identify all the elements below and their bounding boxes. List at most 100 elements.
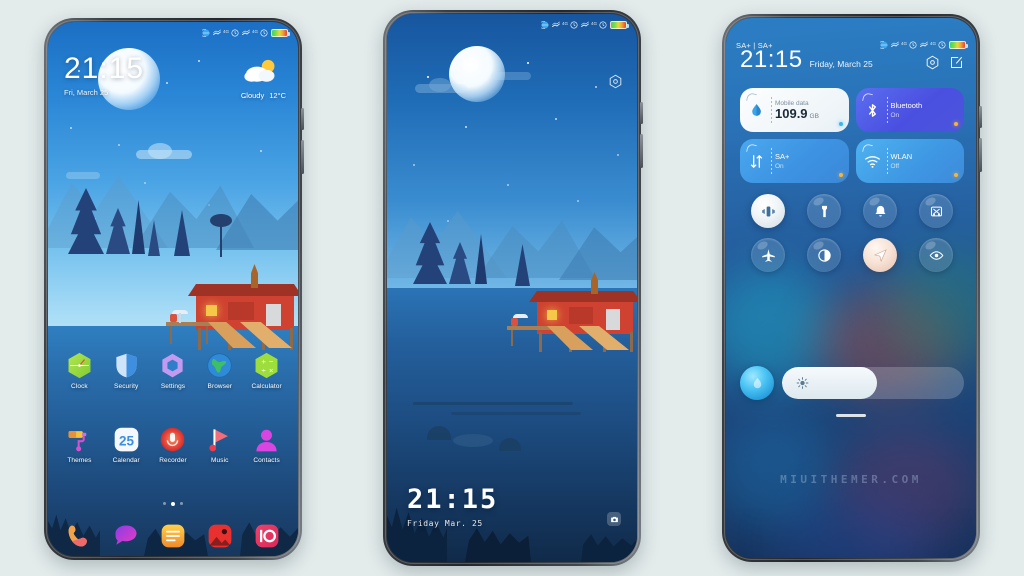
app-calculator[interactable]: + − ÷ × Calculator [243,352,290,390]
tile-indicator-dot [954,122,958,126]
phone-handset-icon [68,525,88,547]
bluetooth-icon [868,103,876,117]
brightness-slider[interactable] [782,367,964,399]
airplane-icon [761,248,775,262]
toggle-grid [740,194,964,272]
app-clock[interactable]: Clock [56,352,103,390]
app-browser[interactable]: Browser [196,352,243,390]
signal-icon [920,41,928,47]
globe-icon [540,21,549,29]
signal-icon [581,21,589,27]
sim-icon [260,29,268,37]
app-calendar[interactable]: 25 Calendar [103,426,150,464]
toggle-screenshot[interactable] [919,194,953,228]
page-indicator[interactable] [48,502,298,506]
network-label-1: 4G [900,41,907,46]
hexagon-settings-icon[interactable] [925,55,940,70]
water-drop-icon[interactable] [740,366,774,400]
clock-time: 21:15 [64,52,145,85]
toggle-flashlight[interactable] [807,194,841,228]
tile-wlan[interactable]: WLAN Off [855,139,964,183]
clock-date: Fri, March 25 [64,88,109,97]
chat-bubble-icon [115,525,137,545]
battery-icon [949,41,968,49]
weather-temperature: 12°C [269,91,286,100]
dock-phone[interactable] [56,522,103,550]
tile-text: WLAN Off [891,152,913,170]
home-weather-widget[interactable]: Cloudy 12°C [236,58,286,100]
tile-state: On [775,163,784,170]
page-dot[interactable] [163,502,166,505]
page-dot-active[interactable] [171,502,175,506]
tile-bluetooth[interactable]: Bluetooth On [855,88,964,132]
vibrate-icon [761,206,775,216]
wallpaper-lock [387,14,637,562]
data-unit: GB [809,112,819,120]
dock-camera[interactable] [243,522,290,550]
toggle-location[interactable] [863,238,897,272]
home-clock-widget[interactable]: 21:15 Fri, March 25 [64,52,145,98]
network-label-2: 4G [929,41,936,46]
location-arrow-icon [873,248,887,262]
globe-icon [879,41,888,49]
svg-text:×: × [269,366,273,375]
status-bar: 4G 4G [387,14,637,36]
tile-indicator-dot [838,122,843,126]
page-dot[interactable] [180,502,183,505]
sun-cloud-icon [244,59,275,82]
sun-icon [796,377,809,389]
app-label: Clock [71,383,88,390]
dock-gallery[interactable] [196,522,243,550]
data-amount: 109.9 [775,105,808,121]
settings-nut-icon [159,352,186,379]
toggle-airplane-mode[interactable] [751,238,785,272]
app-label: Music [211,457,229,464]
toggle-vibrate[interactable] [751,194,785,228]
app-grid-row-2: Themes 25 Calendar Recorder Music Contac… [56,426,290,464]
control-center-panel: SA+ | SA+ 4G 4G 21:15 Friday, March 25 M… [726,18,976,558]
hexagon-settings-icon[interactable] [608,74,623,89]
edit-icon[interactable] [949,55,964,70]
tile-title: SA+ [775,152,790,161]
status-bar: SA+ | SA+ 4G 4G [726,34,976,56]
app-label: Browser [207,383,233,390]
app-music[interactable]: Music [196,426,243,464]
globe-icon [206,352,233,379]
camera-shortcut-button[interactable] [607,512,621,526]
music-note-icon [206,426,233,453]
svg-text:−: − [269,357,274,366]
app-themes[interactable]: Themes [56,426,103,464]
tile-title: WLAN [890,152,913,161]
tile-mobile-data[interactable]: Mobile data 109.9 GB [740,88,849,132]
app-security[interactable]: Security [103,352,150,390]
signal-icon [891,41,899,47]
sim-icon [599,21,607,29]
quick-setting-tiles: Mobile data 109.9 GB Bluetooth On SA+ On… [740,88,964,183]
signal-icon [213,29,221,35]
toggle-eye-comfort[interactable] [919,238,953,272]
screenshot-scissors-icon [930,206,942,216]
dock-notes[interactable] [150,522,197,550]
watermark: MIUITHEMER.COM [780,473,922,486]
app-label: Settings [160,383,186,390]
signal-icon [242,29,250,35]
tile-sa-plus[interactable]: SA+ On [740,139,849,183]
app-label: Recorder [159,457,187,464]
app-contacts[interactable]: Contacts [243,426,290,464]
app-recorder[interactable]: Recorder [150,426,197,464]
wallpaper-home [48,22,298,556]
network-label-2: 4G [590,21,597,26]
bell-icon [875,205,885,216]
screenshot-canvas: 4G 4G 21:15 Fri, March 25 Cloudy 12°C Cl… [0,0,1024,576]
phone3-screen: SA+ | SA+ 4G 4G 21:15 Friday, March 25 M… [726,18,976,558]
app-label: Calculator [251,383,282,390]
recorder-icon [159,426,186,453]
app-settings[interactable]: Settings [150,352,197,390]
brightness-row [740,366,964,400]
status-icons: 4G 4G [201,29,290,37]
toggle-ringer[interactable] [863,194,897,228]
dock-messages[interactable] [103,522,150,550]
toggle-dark-mode[interactable] [807,238,841,272]
tile-text: SA+ On [775,152,789,170]
drag-handle[interactable] [836,414,866,417]
